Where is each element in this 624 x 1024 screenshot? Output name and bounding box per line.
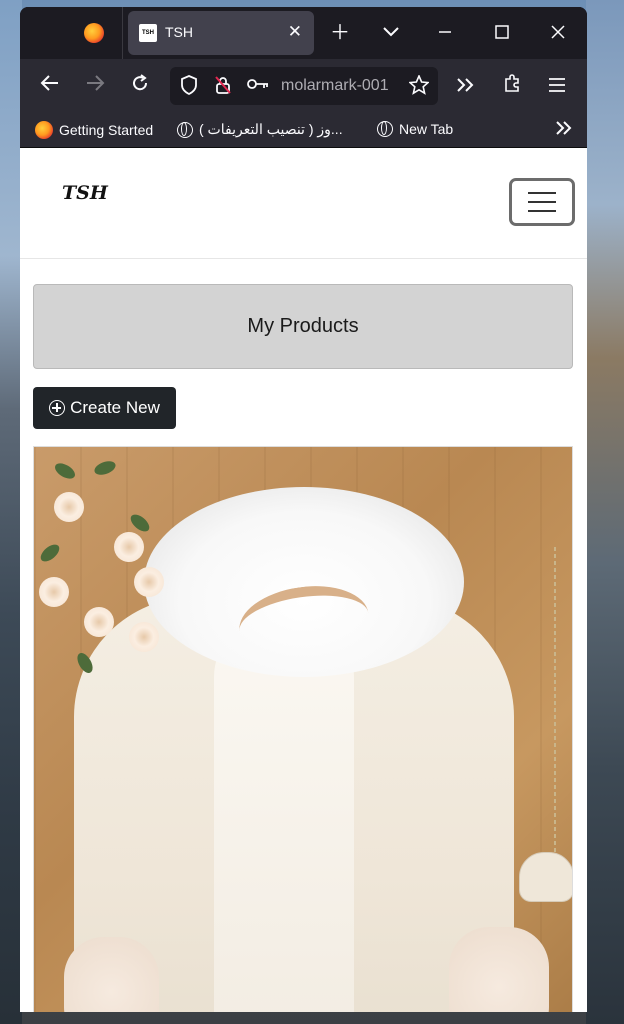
site-brand-logo[interactable]: TSH xyxy=(62,182,108,204)
overflow-chevrons-icon[interactable] xyxy=(452,73,480,101)
maximize-icon[interactable] xyxy=(488,21,516,45)
leaf xyxy=(92,458,118,478)
flower xyxy=(114,532,144,562)
insecure-lock-icon[interactable] xyxy=(212,75,234,97)
plus-circle-icon xyxy=(49,400,66,416)
close-window-icon[interactable] xyxy=(544,21,572,45)
fur-cuff-right xyxy=(449,927,549,1012)
navbar-toggler-button[interactable] xyxy=(509,178,575,226)
globe-icon xyxy=(377,121,393,137)
leaf xyxy=(37,541,63,565)
bookmark-getting-started[interactable]: Getting Started xyxy=(35,121,153,139)
tab-title: TSH xyxy=(165,24,193,40)
tab-strip: TSH TSH ✕ ＋ xyxy=(20,7,587,59)
navigation-toolbar: molarmark-001 xyxy=(20,59,587,115)
flower xyxy=(134,567,164,597)
key-icon[interactable] xyxy=(247,75,269,97)
flower xyxy=(54,492,84,522)
desktop-wallpaper-right xyxy=(586,0,624,1024)
leaf xyxy=(52,460,78,482)
tab-close-icon[interactable]: ✕ xyxy=(288,22,302,42)
back-arrow-icon[interactable] xyxy=(36,73,64,101)
handbag xyxy=(519,852,572,902)
fur-cuff-left xyxy=(64,937,159,1012)
forward-arrow-icon[interactable] xyxy=(81,73,109,101)
bookmark-label: Getting Started xyxy=(59,122,154,138)
firefox-icon xyxy=(35,121,53,139)
active-tab[interactable]: TSH TSH ✕ xyxy=(128,11,314,55)
leaf xyxy=(127,511,153,535)
create-new-button[interactable]: Create New xyxy=(33,387,176,429)
toggler-line xyxy=(528,192,556,194)
bookmarks-overflow-chevrons-icon[interactable] xyxy=(555,119,573,142)
bookmark-new-tab[interactable]: New Tab xyxy=(377,121,453,137)
product-card[interactable] xyxy=(33,446,573,1012)
url-text[interactable]: molarmark-001 xyxy=(281,77,397,95)
bookmarks-toolbar: Getting Started ...وز ( تنصيب التعريفات … xyxy=(20,115,587,148)
toggler-line xyxy=(528,201,556,203)
minimize-icon[interactable] xyxy=(431,21,459,45)
tab-favicon-icon: TSH xyxy=(139,24,157,42)
bag-chain xyxy=(554,547,556,857)
bookmark-label: New Tab xyxy=(399,121,454,137)
reload-icon[interactable] xyxy=(126,73,154,101)
new-tab-plus-icon[interactable]: ＋ xyxy=(326,21,354,45)
browser-window: TSH TSH ✕ ＋ molarmark-001 Getting Starte… xyxy=(20,7,587,1012)
firefox-icon[interactable] xyxy=(84,23,104,43)
flower xyxy=(129,622,159,652)
extensions-puzzle-icon[interactable] xyxy=(498,73,526,101)
list-all-tabs-chevron-icon[interactable] xyxy=(377,21,405,45)
globe-icon xyxy=(177,121,193,138)
bookmark-label: ...وز ( تنصيب التعريفات ) xyxy=(199,121,343,137)
toggler-line xyxy=(528,210,556,212)
flower xyxy=(84,607,114,637)
tab-separator xyxy=(122,7,123,59)
url-bar[interactable]: molarmark-001 xyxy=(170,67,438,105)
create-new-label: Create New xyxy=(70,398,160,417)
bookmark-arabic-drivers[interactable]: ...وز ( تنصيب التعريفات ) xyxy=(177,121,343,138)
web-page: TSH My Products Create New xyxy=(20,148,587,1012)
desktop-wallpaper-left xyxy=(0,0,22,1024)
tracking-protection-shield-icon[interactable] xyxy=(178,75,200,97)
flower xyxy=(39,577,69,607)
bookmark-star-icon[interactable] xyxy=(408,73,430,97)
site-navbar: TSH xyxy=(20,148,587,259)
page-title: My Products xyxy=(33,284,573,369)
product-image[interactable] xyxy=(34,447,572,1012)
hamburger-menu-icon[interactable] xyxy=(543,73,571,101)
